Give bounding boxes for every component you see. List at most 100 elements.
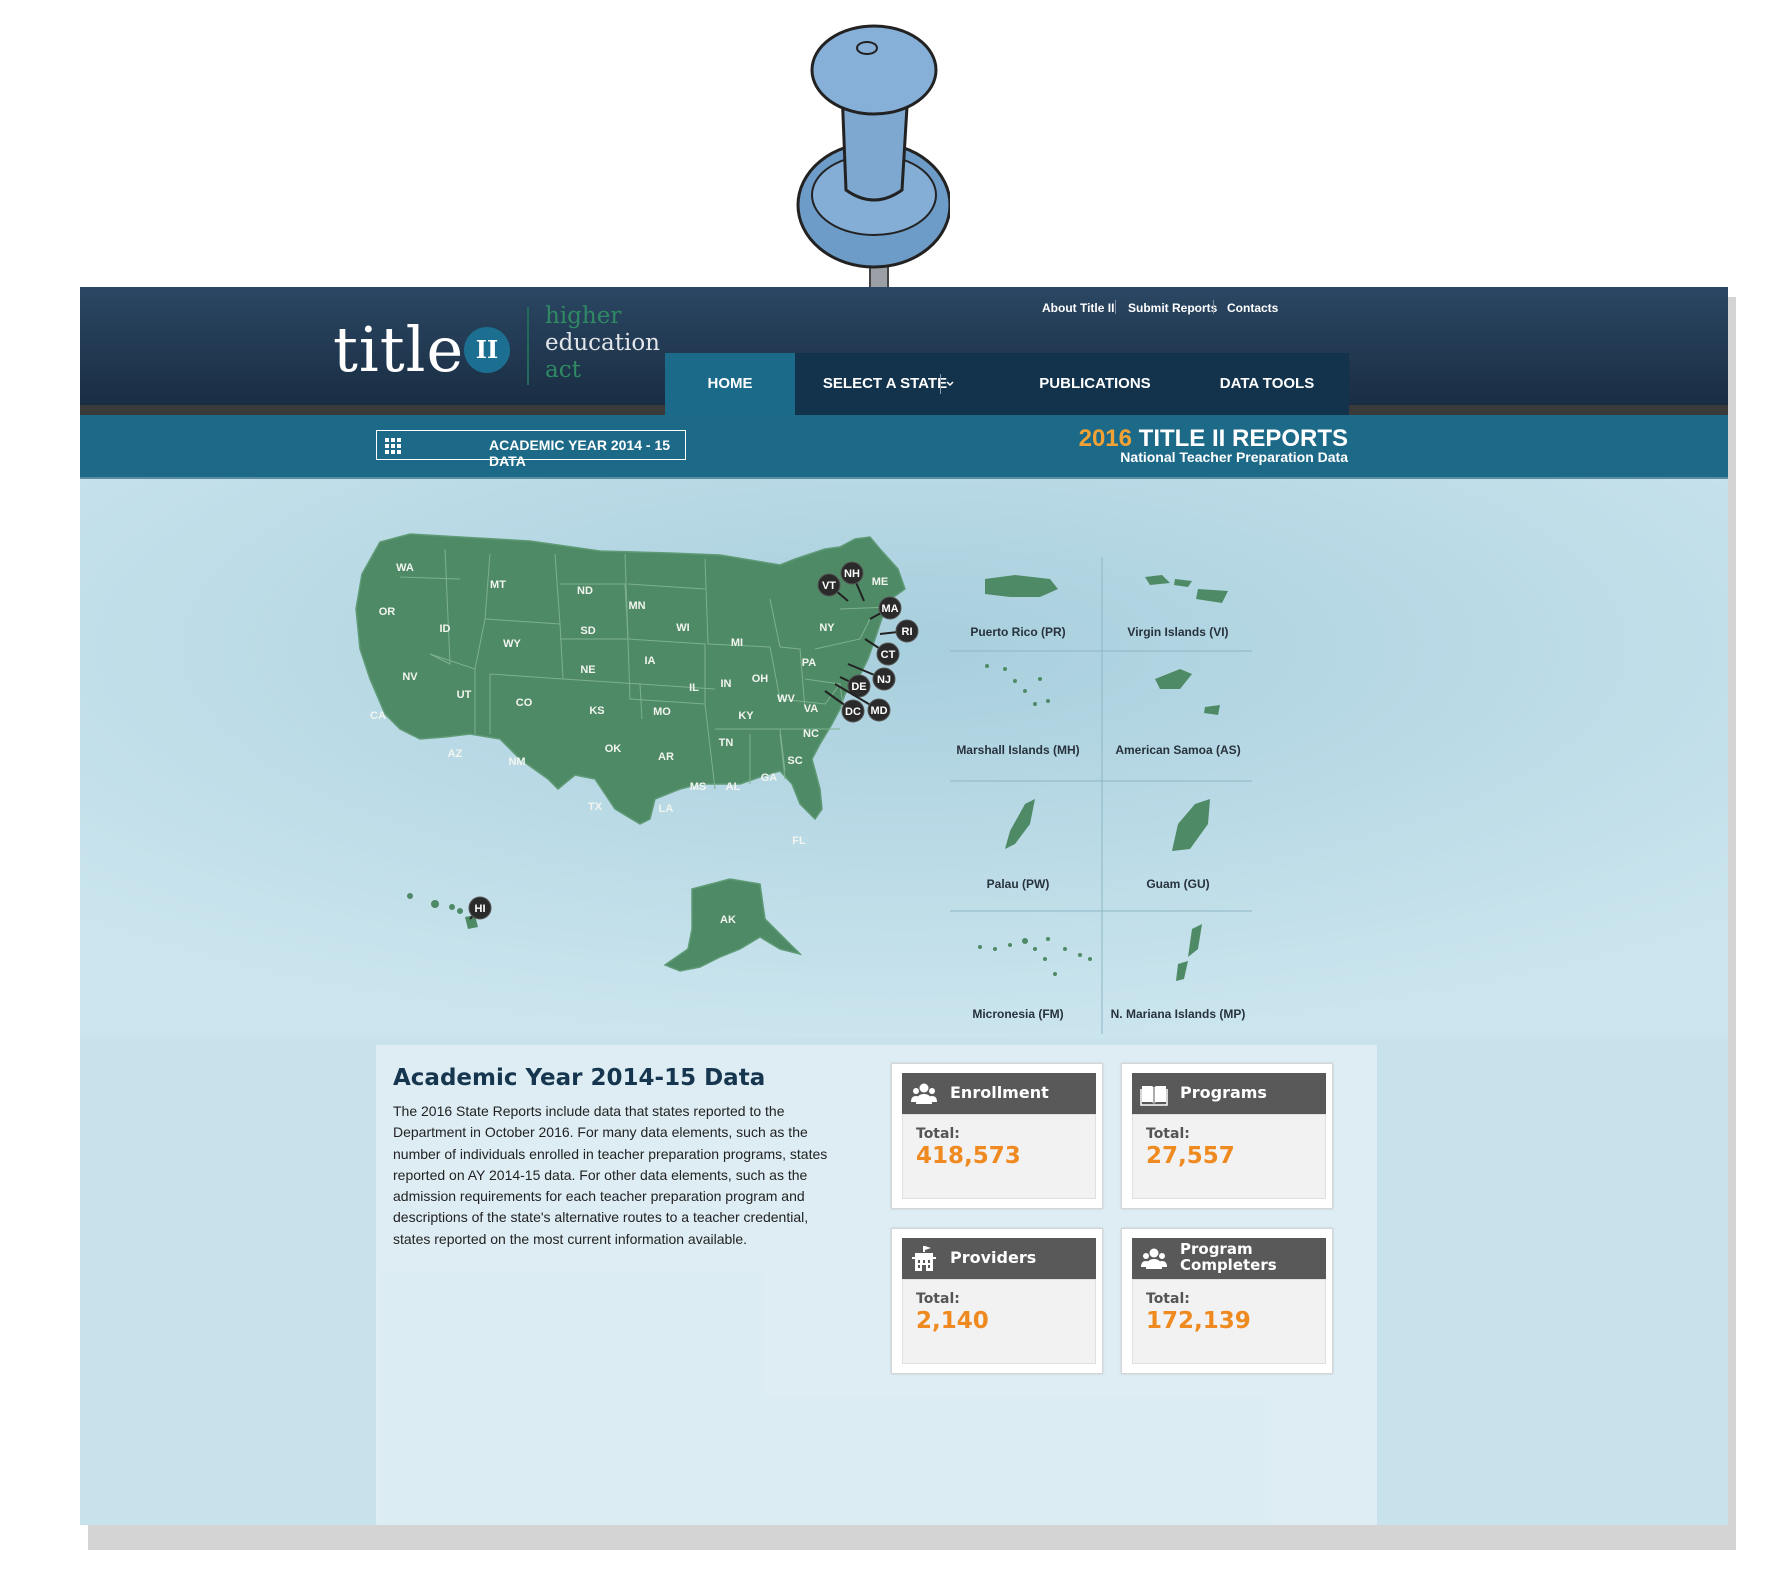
util-separator: [1115, 300, 1116, 314]
territory-gu[interactable]: Guam (GU): [1146, 877, 1209, 891]
state-MN[interactable]: MN: [628, 600, 645, 612]
state-IA[interactable]: IA: [645, 655, 656, 667]
nav-select-a-state[interactable]: SELECT A STATE: [815, 353, 955, 415]
grid-icon: [385, 438, 401, 454]
state-ME[interactable]: ME: [872, 576, 889, 588]
card-title: Programs: [1180, 1083, 1267, 1102]
card-total-label: Total:: [916, 1126, 960, 1142]
nav-home[interactable]: HOME: [665, 353, 795, 415]
card-total-value: 172,139: [1146, 1308, 1251, 1334]
state-AK[interactable]: AK: [720, 914, 736, 926]
territory-pw[interactable]: Palau (PW): [987, 877, 1050, 891]
academic-year-button[interactable]: ACADEMIC YEAR 2014 - 15 DATA: [376, 430, 686, 469]
state-WI[interactable]: WI: [676, 622, 689, 634]
card-body: Total: 418,573: [902, 1114, 1096, 1199]
badge-DE-label: DE: [851, 681, 866, 693]
territory-vi[interactable]: Virgin Islands (VI): [1127, 625, 1228, 639]
site-header: title II higher education act About Titl…: [80, 287, 1728, 415]
badge-HI[interactable]: HI: [468, 896, 492, 920]
nav-data-tools[interactable]: DATA TOOLS: [1205, 353, 1329, 415]
state-MS[interactable]: MS: [690, 781, 707, 793]
state-KS[interactable]: KS: [589, 705, 604, 717]
reports-title-text: TITLE II REPORTS: [1131, 425, 1348, 452]
badge-VT-label: VT: [822, 580, 836, 592]
state-ID[interactable]: ID: [440, 623, 451, 635]
state-KY[interactable]: KY: [738, 710, 754, 722]
card-body: Total: 27,557: [1132, 1114, 1326, 1199]
territory-fm[interactable]: Micronesia (FM): [972, 1007, 1063, 1021]
card-title: Providers: [950, 1248, 1037, 1267]
territory-mh[interactable]: Marshall Islands (MH): [956, 743, 1079, 757]
badge-DC-label: DC: [845, 706, 861, 718]
badge-HI-label: HI: [475, 903, 486, 915]
territory-pr[interactable]: Puerto Rico (PR): [970, 625, 1065, 639]
state-AZ[interactable]: AZ: [448, 748, 463, 760]
card-header: Providers: [902, 1238, 1096, 1279]
badge-NH-label: NH: [844, 568, 860, 580]
state-MT[interactable]: MT: [490, 579, 506, 591]
people-icon: [911, 1083, 937, 1104]
state-GA[interactable]: GA: [761, 772, 778, 784]
state-NV[interactable]: NV: [402, 671, 418, 683]
stat-card-programs[interactable]: Programs Total: 27,557: [1121, 1063, 1333, 1209]
state-TN[interactable]: TN: [719, 737, 734, 749]
link-about-title-ii[interactable]: About Title II: [1042, 301, 1114, 315]
state-NM[interactable]: NM: [508, 756, 525, 768]
badge-RI-label: RI: [902, 626, 913, 638]
state-UT[interactable]: UT: [457, 689, 472, 701]
state-MI[interactable]: MI: [731, 637, 743, 649]
stat-card-program-completers[interactable]: Program Completers Total: 172,139: [1121, 1228, 1333, 1374]
state-AL[interactable]: AL: [726, 781, 741, 793]
state-MO[interactable]: MO: [653, 706, 671, 718]
state-OR[interactable]: OR: [379, 606, 396, 618]
state-AR[interactable]: AR: [658, 751, 674, 763]
state-TX[interactable]: TX: [588, 801, 603, 813]
state-NE[interactable]: NE: [580, 664, 595, 676]
state-PA[interactable]: PA: [802, 657, 817, 669]
state-NC[interactable]: NC: [803, 728, 819, 740]
link-submit-reports[interactable]: Submit Reports: [1128, 301, 1217, 315]
card-total-value: 418,573: [916, 1143, 1021, 1169]
badge-MD-label: MD: [870, 705, 887, 717]
state-IN[interactable]: IN: [721, 678, 732, 690]
territory-as[interactable]: American Samoa (AS): [1115, 743, 1240, 757]
card-title: Program Completers: [1180, 1240, 1277, 1274]
card-title: Enrollment: [950, 1083, 1049, 1102]
state-FL[interactable]: FL: [792, 835, 806, 847]
logo-title: title: [333, 313, 465, 386]
state-WY[interactable]: WY: [503, 638, 521, 650]
sub-header: ACADEMIC YEAR 2014 - 15 DATA 2016 TITLE …: [80, 415, 1728, 479]
territory-mp[interactable]: N. Mariana Islands (MP): [1111, 1007, 1246, 1021]
state-SC[interactable]: SC: [787, 755, 802, 767]
card-total-value: 27,557: [1146, 1143, 1235, 1169]
logo-words: higher education act: [545, 303, 660, 384]
state-OH[interactable]: OH: [752, 673, 769, 685]
state-LA[interactable]: LA: [659, 803, 674, 815]
state-WV[interactable]: WV: [777, 693, 795, 705]
logo-word-act: act: [545, 357, 581, 383]
state-OK[interactable]: OK: [605, 743, 622, 755]
nav-publications[interactable]: PUBLICATIONS: [1025, 353, 1165, 415]
chevron-down-icon[interactable]: [946, 381, 954, 387]
logo-badge: II: [464, 327, 510, 373]
badge-CT-label: CT: [881, 649, 896, 661]
card-total-label: Total:: [916, 1291, 960, 1307]
card-total-label: Total:: [1146, 1126, 1190, 1142]
state-WA[interactable]: WA: [396, 562, 414, 574]
stat-card-enrollment[interactable]: Enrollment Total: 418,573: [891, 1063, 1103, 1209]
badge-MA-label: MA: [881, 603, 898, 615]
nav-separator: [940, 374, 941, 394]
logo-word-education: education: [545, 330, 660, 356]
state-CO[interactable]: CO: [516, 697, 533, 709]
website-screenshot: title II higher education act About Titl…: [80, 287, 1728, 1525]
state-NY[interactable]: NY: [819, 622, 835, 634]
state-VA[interactable]: VA: [804, 703, 819, 715]
people-icon: [1141, 1248, 1167, 1269]
stat-card-providers[interactable]: Providers Total: 2,140: [891, 1228, 1103, 1374]
state-IL[interactable]: IL: [689, 682, 699, 694]
state-CA[interactable]: CA: [370, 710, 386, 722]
link-contacts[interactable]: Contacts: [1227, 301, 1278, 315]
state-ND[interactable]: ND: [577, 585, 593, 597]
state-SD[interactable]: SD: [580, 625, 595, 637]
us-map: WA OR CA ID NV MT WY UT AZ CO NM ND SD N…: [80, 479, 1728, 1039]
